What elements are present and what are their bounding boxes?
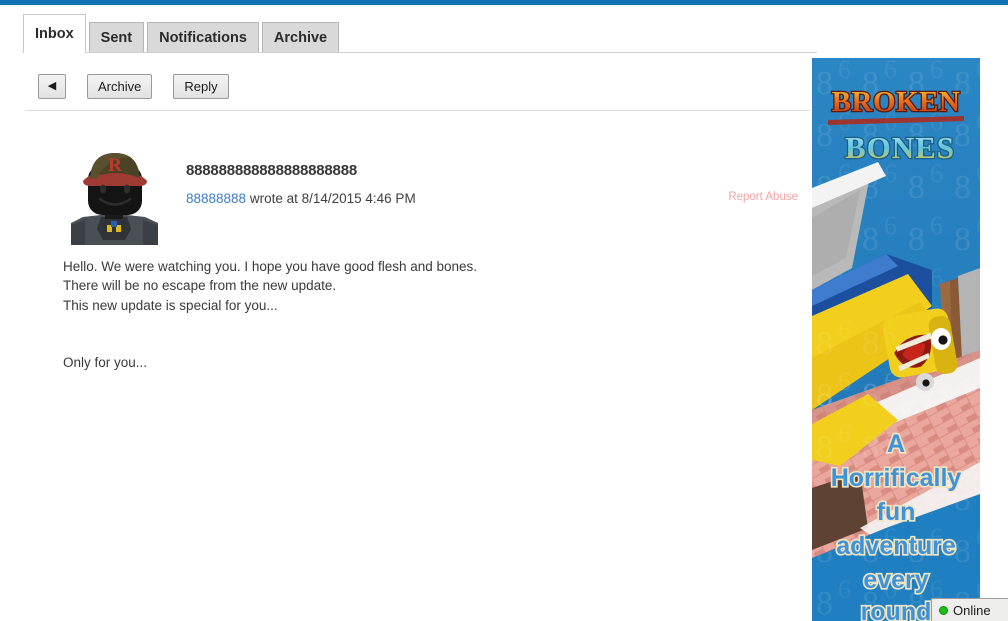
back-button[interactable]: ◀	[38, 74, 66, 99]
tab-underline	[23, 52, 817, 53]
ad-banner-broken-bones[interactable]: 8 6	[812, 58, 980, 621]
svg-text:R: R	[108, 155, 122, 176]
reply-button[interactable]: Reply	[173, 74, 228, 99]
top-blue-bar	[0, 0, 1008, 5]
online-label: Online	[953, 603, 991, 618]
tab-notifications-label: Notifications	[159, 30, 247, 46]
message-toolbar: ◀ Archive Reply	[38, 74, 250, 99]
svg-text:fun: fun	[877, 498, 916, 526]
tab-list: Inbox Sent Notifications Archive	[23, 12, 342, 53]
message-meta: 88888888 wrote at 8/14/2015 4:46 PM Repo…	[186, 191, 806, 206]
sender-link[interactable]: 88888888	[186, 191, 246, 206]
svg-text:round: round	[861, 598, 932, 621]
svg-text:A: A	[887, 430, 905, 458]
tab-strip: Inbox Sent Notifications Archive	[0, 12, 1008, 53]
triangle-left-icon: ◀	[48, 80, 56, 92]
tab-sent-label: Sent	[101, 30, 132, 46]
ad-title-line1-text: BROKEN	[832, 86, 961, 118]
tab-archive-label: Archive	[274, 30, 327, 46]
tab-notifications[interactable]: Notifications	[147, 22, 259, 53]
message-body-line: This new update is special for you...	[63, 296, 763, 315]
svg-text:every: every	[863, 566, 928, 594]
message-body-line: There will be no escape from the new upd…	[63, 276, 763, 295]
message-body-closing: Only for you...	[63, 353, 763, 372]
svg-text:adventure: adventure	[836, 532, 956, 560]
toolbar-divider	[25, 110, 810, 111]
status-badge-online[interactable]: Online	[931, 598, 1008, 621]
tab-archive[interactable]: Archive	[262, 22, 339, 53]
avatar[interactable]: R	[63, 145, 165, 245]
message-body: Hello. We were watching you. I hope you …	[63, 257, 763, 372]
svg-text:Horrifically: Horrifically	[831, 464, 962, 492]
ad-title-line2-text: BONES	[845, 130, 955, 165]
report-abuse-link[interactable]: Report Abuse	[728, 191, 798, 203]
tab-inbox[interactable]: Inbox	[23, 14, 86, 53]
archive-button[interactable]: Archive	[87, 74, 152, 99]
message-header: 888888888888888888888 88888888 wrote at …	[186, 162, 806, 206]
tab-sent[interactable]: Sent	[89, 22, 144, 53]
green-dot-icon	[939, 606, 948, 615]
message-timestamp: wrote at 8/14/2015 4:46 PM	[246, 191, 416, 206]
message-body-line: Hello. We were watching you. I hope you …	[63, 257, 763, 276]
tab-inbox-label: Inbox	[35, 26, 74, 42]
body-spacer	[63, 315, 763, 353]
message-subject: 888888888888888888888	[186, 162, 806, 179]
